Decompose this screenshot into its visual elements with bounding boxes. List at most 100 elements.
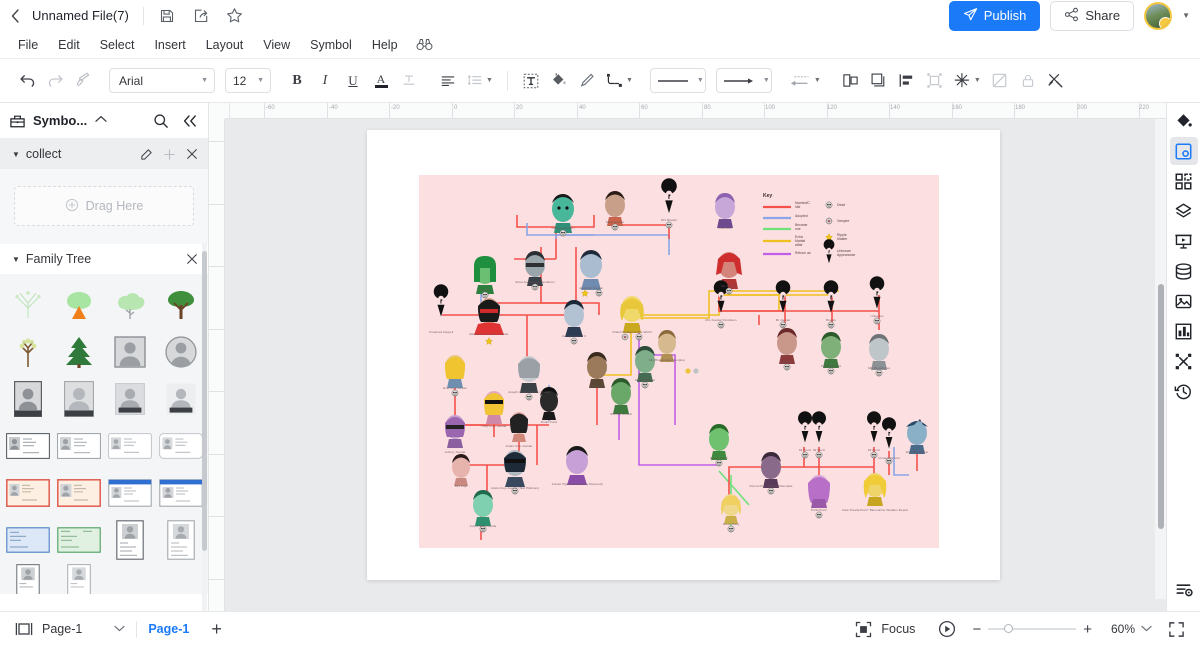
shape-person-detail-card-3[interactable] [104,423,155,468]
avatar-chevron-down-icon[interactable]: ▼ [1182,11,1190,20]
search-icon[interactable] [153,113,169,129]
shape-tree-bare-branches[interactable] [2,329,53,374]
layers-icon[interactable] [1170,197,1198,225]
text-box-icon[interactable] [518,68,544,94]
zoom-in-button[interactable]: + [1076,622,1099,637]
chevron-down-icon[interactable] [114,625,125,634]
arrow-style-select[interactable]: ▼ [715,68,772,93]
canvas-vertical-scrollbar[interactable] [1155,119,1166,599]
menu-item-file[interactable]: File [8,35,48,55]
binoculars-icon[interactable] [408,35,441,54]
save-icon[interactable] [158,7,176,25]
image-icon[interactable] [1170,287,1198,315]
double-chevron-left-icon[interactable] [182,114,198,128]
export-icon[interactable] [192,7,210,25]
zoom-slider-knob[interactable] [1004,624,1014,633]
page-tab-page-1[interactable]: Page-1 [148,622,189,636]
shape-person-card-caption-alt[interactable] [155,376,206,421]
shape-text-card-green[interactable] [53,517,104,562]
chevron-up-icon[interactable] [95,115,107,126]
shape-person-card-name[interactable] [2,376,53,421]
drag-here-dropzone[interactable]: Drag Here [14,186,194,226]
data-icon[interactable] [1170,257,1198,285]
section-header-collect[interactable]: ▼ collect [0,139,208,169]
page-sheet[interactable]: George Joestar I Mary Joestar Mrs Brando U… [367,130,1000,580]
font-family-select[interactable]: Arial ▼ [109,68,215,93]
shape-person-card-blue-header-alt[interactable] [155,470,206,515]
italic-button[interactable]: I [312,68,338,94]
canvas-vertical-scrollbar-thumb[interactable] [1158,284,1164,529]
chart-icon[interactable] [1170,317,1198,345]
align-left-icon[interactable] [435,68,461,94]
shape-tree-bush[interactable] [104,282,155,327]
shape-person-circle-frame[interactable] [155,329,206,374]
font-size-select[interactable]: 12 ▼ [225,68,271,93]
menu-item-edit[interactable]: Edit [48,35,90,55]
theme-fill-icon[interactable] [1170,107,1198,135]
page-settings-icon[interactable] [1170,575,1198,603]
strikethrough-icon[interactable] [396,68,422,94]
redo-icon[interactable] [42,68,68,94]
zoom-level-value[interactable]: 60% [1111,622,1135,636]
section-header-family-tree[interactable]: ▼ Family Tree [0,244,208,274]
format-painter-icon[interactable] [70,68,96,94]
shape-tree-dark-green[interactable] [155,282,206,327]
font-color-button[interactable]: A [368,68,394,94]
close-icon[interactable] [186,148,198,160]
pen-icon[interactable] [574,68,600,94]
publish-button[interactable]: Publish [948,0,1041,31]
file-name[interactable]: Unnamed File(7) [32,8,129,23]
shape-person-portrait-card-2[interactable] [155,517,206,562]
presentation-play-icon[interactable] [935,617,959,641]
connector-points-icon[interactable] [1170,347,1198,375]
shape-person-square-frame[interactable] [104,329,155,374]
shape-tree-orange-trunk[interactable] [53,282,104,327]
menu-item-help[interactable]: Help [362,35,408,55]
zoom-out-button[interactable]: − [965,622,988,637]
shape-person-detail-card-4[interactable] [155,423,206,468]
symbols-grid-icon[interactable] [1170,167,1198,195]
menu-item-insert[interactable]: Insert [144,35,195,55]
shape-pine-tree[interactable] [53,329,104,374]
page-selector[interactable]: Page-1 [42,622,82,636]
distribute-icon[interactable] [922,68,948,94]
line-spacing-button[interactable]: ▼ [463,68,497,94]
shape-person-portrait-card-1[interactable] [104,517,155,562]
menu-item-select[interactable]: Select [90,35,145,55]
undo-icon[interactable] [14,68,40,94]
add-icon[interactable] [163,148,176,161]
history-icon[interactable] [1170,377,1198,405]
zoom-chevron-down-icon[interactable] [1141,625,1152,634]
zoom-slider[interactable]: − + [965,622,1099,637]
library-scrollbar-thumb[interactable] [202,251,207,551]
horizontal-ruler[interactable]: -60 -40 -20 0 20 40 60 80 100 120 140 16… [209,103,1166,119]
avatar[interactable] [1144,1,1173,30]
close-icon[interactable] [186,253,198,265]
shape-person-portrait-card-3[interactable] [2,564,53,594]
shape-person-detail-card-1[interactable] [2,423,53,468]
add-page-button[interactable]: + [211,620,222,638]
bold-button[interactable]: B [284,68,310,94]
focus-label[interactable]: Focus [881,622,915,636]
shape-person-card-red-border[interactable] [2,470,53,515]
focus-icon[interactable] [851,617,875,641]
underline-button[interactable]: U [340,68,366,94]
edit-icon[interactable] [140,148,153,161]
shape-text-card-blue[interactable] [2,517,53,562]
page-view-icon[interactable] [12,617,36,641]
zoom-slider-track[interactable] [988,624,1077,633]
share-button[interactable]: Share [1050,0,1135,31]
menu-item-view[interactable]: View [253,35,300,55]
fullscreen-icon[interactable] [1164,617,1188,641]
fill-bucket-icon[interactable] [546,68,572,94]
shape-person-card-blue-header[interactable] [104,470,155,515]
shape-person-portrait-card-4[interactable] [53,564,104,594]
line-weight-select[interactable]: ▼ [649,68,706,93]
shape-format-icon[interactable] [1169,137,1198,165]
duplicate-icon[interactable] [866,68,892,94]
vertical-ruler[interactable] [209,119,225,611]
menu-item-symbol[interactable]: Symbol [300,35,362,55]
shape-tree-light-green[interactable] [2,282,53,327]
align-objects-icon[interactable] [894,68,920,94]
family-tree-diagram[interactable]: George Joestar I Mary Joestar Mrs Brando U… [419,175,939,548]
